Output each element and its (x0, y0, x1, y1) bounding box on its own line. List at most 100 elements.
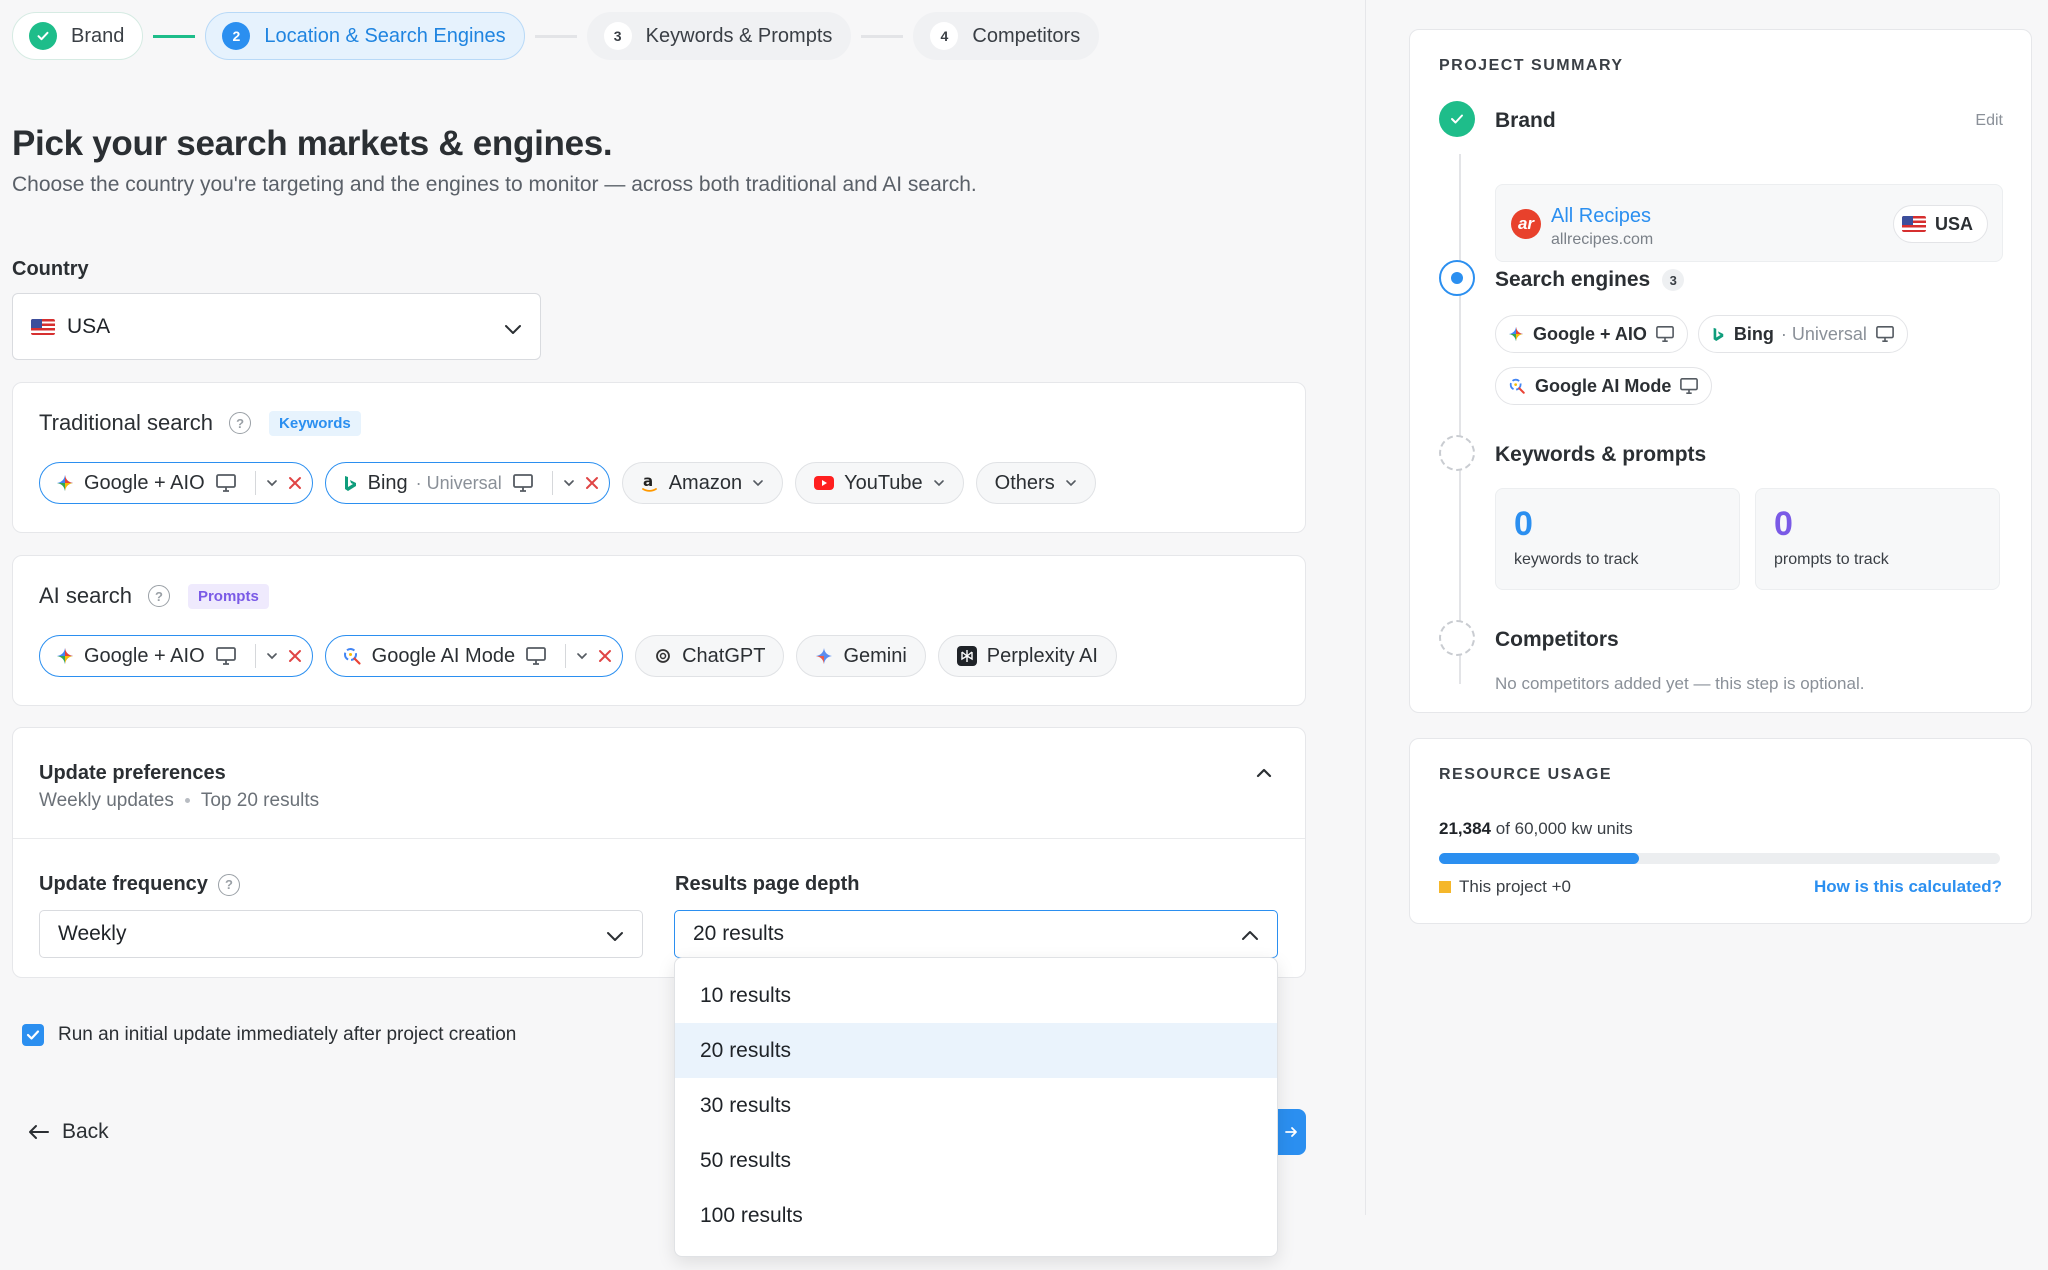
separator-dot (184, 798, 190, 804)
checkbox-checked-icon[interactable] (22, 1024, 44, 1046)
pending-step-icon (1439, 435, 1475, 471)
summary-engines-title: Search engines 3 (1495, 268, 1685, 292)
engine-chip-youtube[interactable]: YouTube (795, 462, 964, 504)
usage-progress-fill (1439, 853, 1639, 864)
chip-separator (551, 471, 553, 495)
engine-chip-amazon[interactable]: a Amazon (621, 462, 784, 504)
google-sparkle-icon (1508, 326, 1524, 342)
edit-link[interactable]: Edit (1975, 112, 2003, 130)
how-calculated-link[interactable]: How is this calculated? (1814, 877, 2002, 897)
initial-update-checkbox[interactable]: Run an initial update immediately after … (22, 1024, 516, 1046)
depth-option[interactable]: 100 results (675, 1188, 1277, 1243)
chevron-down-icon[interactable] (266, 651, 278, 661)
step-competitors[interactable]: 4 Competitors (913, 12, 1100, 60)
traditional-search-card: Traditional search ? Keywords Google + A… (12, 382, 1306, 533)
step-connector (861, 34, 904, 38)
step-number: 2 (222, 22, 251, 50)
select-value: 20 results (693, 922, 785, 945)
step-location[interactable]: 2 Location & Search Engines (205, 12, 525, 60)
results-depth-select[interactable]: 20 results (674, 910, 1278, 958)
chevron-up-icon (1241, 926, 1259, 950)
brand-url: allrecipes.com (1551, 231, 1654, 248)
depth-option[interactable]: 50 results (675, 1133, 1277, 1188)
preferences-title[interactable]: Update preferences (39, 762, 226, 785)
engine-name: Bing (367, 471, 408, 494)
remove-icon[interactable] (288, 649, 302, 663)
engine-name: Others (994, 471, 1055, 494)
country-text: USA (1934, 213, 1973, 234)
main-panel: Brand 2 Location & Search Engines 3 Keyw… (0, 0, 1366, 1270)
engine-name: Google + AIO (84, 471, 205, 494)
step-connector (153, 34, 196, 38)
help-icon[interactable]: ? (217, 873, 240, 896)
update-frequency-select[interactable]: Weekly (39, 910, 643, 958)
ai-engine-chips: Google + AIO Google AI Mode ChatGPT Gemi… (39, 635, 1129, 677)
stepper: Brand 2 Location & Search Engines 3 Keyw… (12, 12, 1100, 60)
step-brand[interactable]: Brand (12, 12, 144, 60)
chevron-down-icon[interactable] (576, 651, 588, 661)
engine-chip-gemini[interactable]: Gemini (796, 635, 926, 677)
usage-progress-bar (1439, 853, 2000, 864)
brand-name[interactable]: All Recipes (1551, 205, 1651, 228)
country-pill: USA (1892, 205, 1988, 243)
legend-text: This project +0 (1459, 877, 1571, 896)
remove-icon[interactable] (585, 476, 599, 490)
desktop-icon (512, 473, 534, 493)
engine-chip-bing[interactable]: Bing · Universal (324, 462, 610, 504)
help-icon[interactable]: ? (229, 412, 252, 434)
keywords-stat: 0 keywords to track (1495, 488, 1740, 590)
step-keywords[interactable]: 3 Keywords & Prompts (586, 12, 852, 60)
title-text: Search engines (1495, 268, 1651, 291)
depth-option-selected[interactable]: 20 results (675, 1023, 1277, 1078)
results-depth-dropdown: 10 results 20 results 30 results 50 resu… (674, 957, 1278, 1257)
country-select[interactable]: USA (12, 293, 541, 360)
chevron-up-icon[interactable] (1255, 766, 1273, 785)
depth-option[interactable]: 10 results (675, 968, 1277, 1023)
prompts-stat: 0 prompts to track (1755, 488, 2000, 590)
engine-chip-google-ai-mode[interactable]: Google AI Mode (324, 635, 624, 677)
chevron-down-icon[interactable] (266, 478, 278, 488)
help-icon[interactable]: ? (147, 585, 170, 607)
section-title: Traditional search (39, 410, 214, 435)
prompts-tag: Prompts (187, 583, 269, 609)
engine-chip-perplexity[interactable]: Perplexity AI (937, 635, 1117, 677)
engine-chip-google-aio[interactable]: Google + AIO (39, 635, 313, 677)
engine-chip-others[interactable]: Others (975, 462, 1096, 504)
brand-box: ar All Recipes allrecipes.com USA (1495, 184, 2003, 262)
remove-icon[interactable] (288, 476, 302, 490)
preferences-summary: Weekly updates Top 20 results (39, 790, 319, 812)
resource-usage-card: RESOURCE USAGE 21,384 of 60,000 kw units… (1409, 738, 2032, 924)
label-text: Update frequency (39, 873, 208, 895)
chevron-down-icon (606, 926, 624, 950)
engine-name: Perplexity AI (986, 644, 1098, 667)
update-frequency-label: Update frequency ? (39, 873, 240, 896)
summary-engine-chips-row2: Google AI Mode (1495, 367, 1722, 405)
engine-chip-google-aio[interactable]: Google + AIO (39, 462, 313, 504)
resource-usage-heading: RESOURCE USAGE (1439, 766, 1613, 783)
engine-name: Google + AIO (84, 644, 205, 667)
chevron-down-icon (1065, 478, 1077, 488)
usage-used: 21,384 (1439, 819, 1491, 838)
project-summary-heading: PROJECT SUMMARY (1439, 57, 1624, 74)
arrow-left-icon (29, 1125, 49, 1139)
page-title: Pick your search markets & engines. (12, 124, 613, 163)
prompts-count: 0 (1774, 505, 1793, 543)
section-title: AI search (39, 583, 132, 608)
chevron-down-icon (504, 319, 522, 343)
engine-chip-chatgpt[interactable]: ChatGPT (635, 635, 785, 677)
summary-frequency: Weekly updates (39, 790, 174, 811)
chip-variant: · Universal (1780, 323, 1867, 344)
remove-icon[interactable] (598, 649, 612, 663)
allrecipes-logo-icon: ar (1511, 209, 1541, 239)
chevron-down-icon[interactable] (563, 478, 575, 488)
back-button[interactable]: Back (28, 1120, 109, 1144)
depth-option[interactable]: 30 results (675, 1078, 1277, 1133)
engine-variant: · Universal (415, 472, 502, 493)
timeline-line (1459, 154, 1461, 684)
summary-chip-bing: Bing · Universal (1697, 315, 1908, 353)
country-value: USA (67, 314, 111, 338)
arrow-right-icon (1285, 1127, 1297, 1137)
chip-name: Bing (1733, 323, 1774, 344)
check-icon (1439, 101, 1475, 137)
checkbox-label: Run an initial update immediately after … (58, 1024, 517, 1045)
